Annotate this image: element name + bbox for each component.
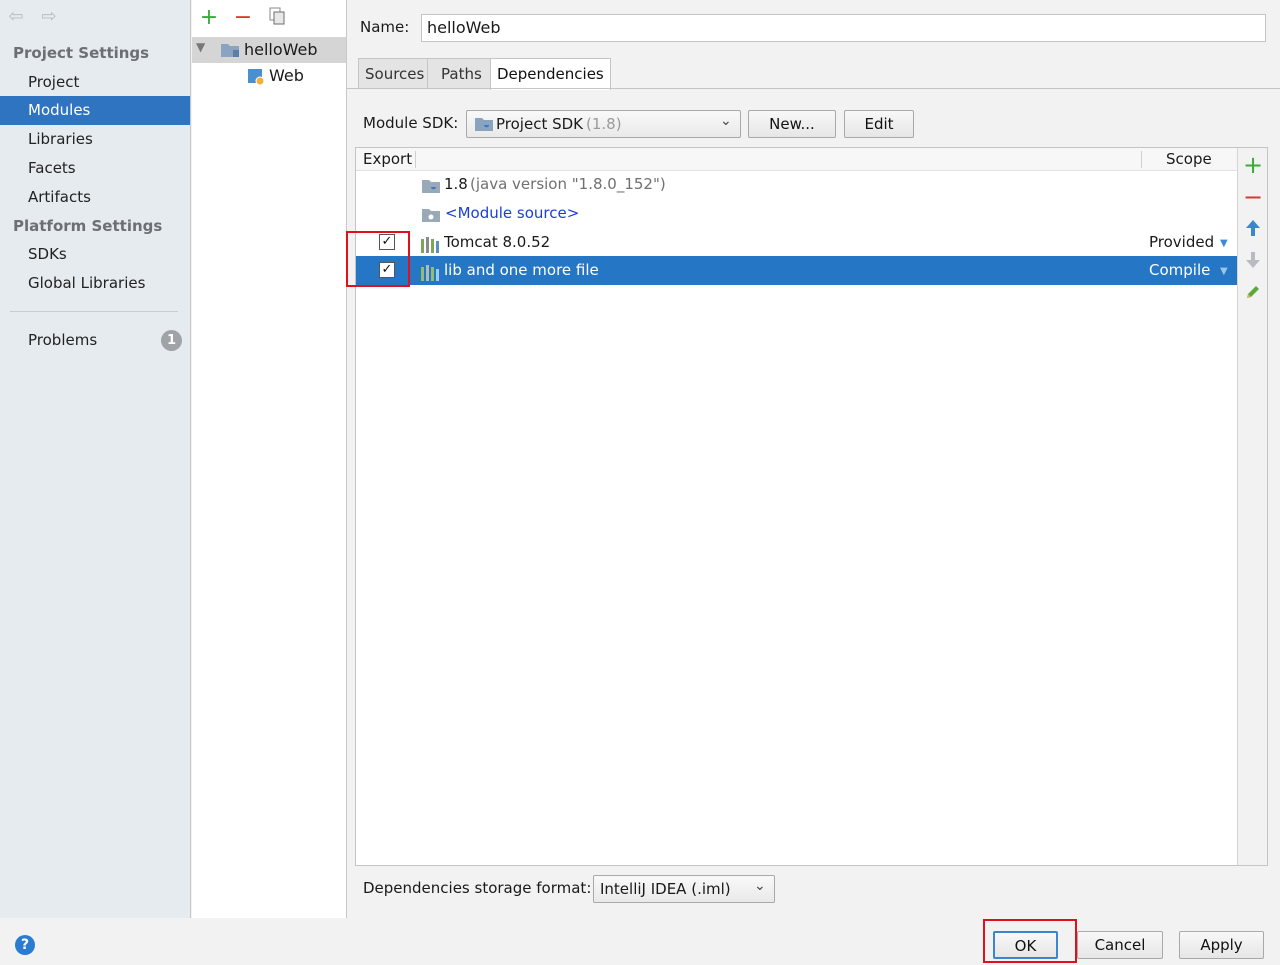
dependency-name: 1.8 xyxy=(444,175,468,193)
chevron-down-icon: ⌄ xyxy=(754,878,766,894)
dependency-scope[interactable]: Provided xyxy=(1149,228,1214,257)
name-label: Name: xyxy=(360,18,410,36)
tree-node-helloweb[interactable]: ▼ helloWeb xyxy=(192,37,346,63)
tab-paths[interactable]: Paths xyxy=(427,58,496,89)
back-arrow-icon[interactable]: ⇦ xyxy=(5,6,27,28)
column-scope[interactable]: Scope xyxy=(1166,150,1212,168)
remove-module-icon[interactable]: − xyxy=(231,6,255,30)
sidebar-item-project[interactable]: Project xyxy=(0,68,190,97)
column-divider xyxy=(1141,151,1142,168)
module-sdk-dropdown[interactable]: Project SDK (1.8) ⌄ xyxy=(466,110,741,138)
chevron-down-icon: ⌄ xyxy=(720,113,732,129)
dependency-name: Tomcat 8.0.52 xyxy=(444,233,551,251)
storage-format-value: IntelliJ IDEA (.iml) xyxy=(600,880,731,898)
tree-node-label: Web xyxy=(269,66,304,85)
new-sdk-button[interactable]: New... xyxy=(748,110,836,138)
export-highlight-box xyxy=(346,231,410,287)
edit-pencil-icon[interactable] xyxy=(1242,283,1264,305)
sidebar-item-facets[interactable]: Facets xyxy=(0,154,190,183)
tab-dependencies[interactable]: Dependencies xyxy=(490,58,611,90)
web-facet-icon xyxy=(247,68,265,90)
dependencies-table-header: Export Scope xyxy=(356,148,1237,171)
remove-icon[interactable]: − xyxy=(1242,185,1264,209)
module-folder-icon xyxy=(220,41,240,63)
dependency-row-jdk[interactable]: 1.8 (java version "1.8.0_152") xyxy=(356,170,1237,199)
jdk-folder-icon xyxy=(474,116,494,137)
dependency-row-lib[interactable]: ✓ lib and one more file Compile ▼ xyxy=(356,256,1237,285)
ok-button[interactable]: OK xyxy=(993,931,1058,959)
edit-sdk-button[interactable]: Edit xyxy=(844,110,914,138)
apply-button[interactable]: Apply xyxy=(1179,931,1264,959)
dependency-row-tomcat[interactable]: ✓ Tomcat 8.0.52 Provided ▼ xyxy=(356,228,1237,257)
dependency-name: lib and one more file xyxy=(444,261,599,279)
settings-sidebar: ⇦ ⇨ Project Settings Project Modules Lib… xyxy=(0,0,191,918)
platform-settings-heading: Platform Settings xyxy=(13,217,163,235)
sidebar-item-artifacts[interactable]: Artifacts xyxy=(0,183,190,212)
sidebar-item-global-libraries[interactable]: Global Libraries xyxy=(0,269,190,298)
chevron-down-icon[interactable]: ▼ xyxy=(196,40,205,54)
sidebar-divider xyxy=(10,311,178,312)
tree-node-web[interactable]: Web xyxy=(247,66,346,88)
column-export[interactable]: Export xyxy=(363,150,412,168)
scope-dropdown-icon[interactable]: ▼ xyxy=(1220,257,1228,286)
module-tree-panel: + − ▼ helloWeb Web xyxy=(192,0,347,918)
dependency-row-module-source[interactable]: <Module source> xyxy=(356,199,1237,228)
dependency-name: <Module source> xyxy=(445,204,580,222)
column-divider xyxy=(415,151,416,168)
sidebar-item-sdks[interactable]: SDKs xyxy=(0,240,190,269)
help-icon[interactable]: ? xyxy=(15,935,35,955)
tree-node-label: helloWeb xyxy=(244,40,318,59)
forward-arrow-icon[interactable]: ⇨ xyxy=(38,6,60,28)
storage-format-dropdown[interactable]: IntelliJ IDEA (.iml) ⌄ xyxy=(593,875,775,903)
tab-divider xyxy=(347,88,1280,89)
project-settings-heading: Project Settings xyxy=(13,44,150,62)
library-icon xyxy=(420,262,440,291)
scope-dropdown-icon[interactable]: ▼ xyxy=(1220,229,1228,258)
copy-module-icon[interactable] xyxy=(265,6,289,30)
move-up-icon[interactable] xyxy=(1242,219,1264,241)
sdk-value: Project SDK xyxy=(496,115,583,133)
tab-sources[interactable]: Sources xyxy=(358,58,432,89)
add-module-icon[interactable]: + xyxy=(197,6,221,30)
dependency-scope[interactable]: Compile xyxy=(1149,256,1210,285)
sidebar-item-modules[interactable]: Modules xyxy=(0,96,190,125)
module-name-input[interactable]: helloWeb xyxy=(421,14,1266,42)
add-icon[interactable]: + xyxy=(1242,153,1264,177)
storage-format-label: Dependencies storage format: xyxy=(363,879,592,897)
dependency-detail: (java version "1.8.0_152") xyxy=(470,175,666,193)
sdk-version: (1.8) xyxy=(586,115,622,133)
move-down-icon[interactable] xyxy=(1242,251,1264,273)
sidebar-item-libraries[interactable]: Libraries xyxy=(0,125,190,154)
problems-count-badge: 1 xyxy=(161,330,182,351)
module-sdk-label: Module SDK: xyxy=(363,114,459,132)
cancel-button[interactable]: Cancel xyxy=(1077,931,1163,959)
